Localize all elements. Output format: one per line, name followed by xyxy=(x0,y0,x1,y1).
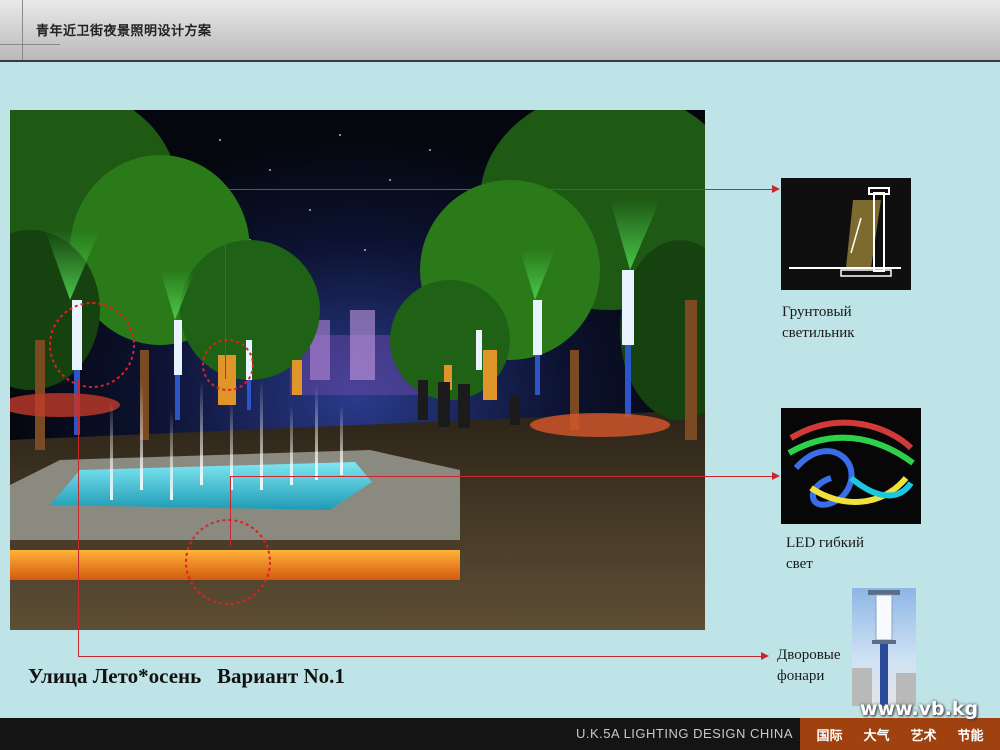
header-crop-mark-horizontal xyxy=(0,44,60,45)
header-bar: 青年近卫街夜景照明设计方案 xyxy=(0,0,1000,62)
ground-spotlight-sketch-icon xyxy=(789,187,901,277)
ground-spotlight-caption: Грунтовый светильник xyxy=(782,302,855,344)
footer-bar: U.K.5A LIGHTING DESIGN CHINA 国际 大气 艺术 节能 xyxy=(0,718,1000,750)
night-scene-render xyxy=(10,110,705,630)
callout-line-ground-horizontal xyxy=(225,189,774,190)
callout-arrow-led xyxy=(772,472,780,480)
led-flexible-caption-line1: LED гибкий xyxy=(786,535,865,551)
night-scene-illustration xyxy=(10,110,705,630)
callout-arrow-ground xyxy=(772,185,780,193)
callout-line-led-vertical xyxy=(230,476,231,546)
page-title: 青年近卫街夜景照明设计方案 xyxy=(36,24,212,39)
callout-line-ground-vertical xyxy=(225,189,226,379)
led-flexible-thumbnail xyxy=(781,408,921,524)
ground-spotlight-caption-line1: Грунтовый xyxy=(782,304,852,320)
footer-brand: U.K.5A LIGHTING DESIGN CHINA xyxy=(576,726,793,741)
slogan-grand: 大气 xyxy=(863,728,890,744)
callout-line-lamp-vertical xyxy=(78,380,79,656)
callout-line-led-horizontal xyxy=(230,476,774,477)
ground-spotlight-caption-line2: светильник xyxy=(782,325,855,341)
site-watermark: www.vb.kg xyxy=(860,698,979,720)
footer-slogan-bar: 国际 大气 艺术 节能 xyxy=(800,718,1000,750)
courtyard-lamp-caption-line1: Дворовые xyxy=(777,647,841,663)
header-crop-mark-vertical xyxy=(22,0,23,60)
callout-line-lamp-horizontal xyxy=(78,656,762,657)
courtyard-lamp-caption: Дворовые фонари xyxy=(777,645,841,687)
courtyard-lamp-post-icon xyxy=(852,590,916,706)
slogan-art: 艺术 xyxy=(910,728,937,744)
ground-spotlight-thumbnail xyxy=(781,178,911,290)
callout-arrow-lamp xyxy=(761,652,769,660)
led-flexible-caption: LED гибкий свет xyxy=(786,533,864,575)
led-flexible-strip-icon xyxy=(787,419,915,508)
variant-title: Улица Лето*осень Вариант No.1 xyxy=(28,664,345,688)
courtyard-lamp-thumbnail xyxy=(852,588,916,706)
led-flexible-caption-line2: свет xyxy=(786,556,813,572)
courtyard-lamp-caption-line2: фонари xyxy=(777,668,825,684)
slogan-international: 国际 xyxy=(816,728,843,744)
slogan-energy-saving: 节能 xyxy=(957,728,984,744)
